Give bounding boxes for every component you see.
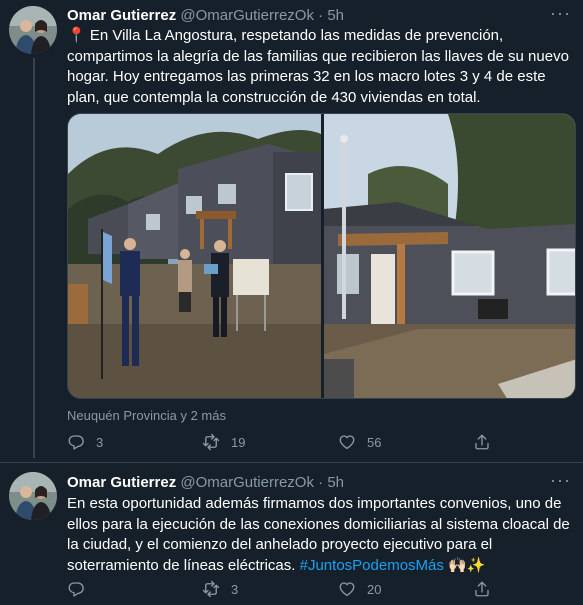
author-handle[interactable]: @OmarGutierrezOk [180, 7, 314, 24]
reply-button[interactable]: 3 [67, 433, 103, 451]
reply-count: 3 [96, 434, 104, 450]
retweet-button[interactable]: 19 [202, 433, 245, 451]
tweet-text: En esta oportunidad además firmamos dos … [67, 494, 577, 576]
reply-icon [68, 435, 84, 450]
like-icon [339, 435, 355, 450]
tweet-text: 📍 En Villa La Angostura, respetando las … [67, 27, 569, 106]
author-name[interactable]: Omar Gutierrez [67, 474, 176, 491]
reply-button[interactable] [67, 580, 96, 598]
author-name[interactable]: Omar Gutierrez [67, 7, 176, 24]
tweet-header: Omar Gutierrez @OmarGutierrezOk · 5h [67, 474, 344, 492]
retweet-count: 3 [231, 581, 239, 597]
share-icon [475, 434, 489, 450]
tweet-time[interactable]: 5h [327, 7, 344, 24]
avatar[interactable] [9, 472, 57, 520]
share-button[interactable] [473, 580, 491, 598]
hashtag-link[interactable]: #JuntosPodemosMás [300, 557, 444, 574]
retweet-button[interactable]: 3 [202, 580, 238, 598]
tweet-time[interactable]: 5h [327, 474, 344, 491]
tweet-media[interactable] [67, 113, 576, 399]
like-button[interactable]: 56 [338, 433, 381, 451]
like-icon [339, 582, 355, 597]
tweet-emoji: 🙌🏻✨ [443, 556, 486, 574]
avatar[interactable] [9, 6, 57, 54]
retweet-icon [202, 433, 220, 451]
tweet-actions: 3 19 56 [67, 433, 507, 453]
tweet-2[interactable]: Omar Gutierrez @OmarGutierrezOk · 5h ···… [0, 463, 583, 605]
tagged-location[interactable]: Neuquén Provincia y 2 más [67, 408, 226, 423]
photo-ceremony[interactable] [68, 114, 321, 399]
like-count: 56 [367, 434, 382, 450]
tweet-header: Omar Gutierrez @OmarGutierrezOk · 5h [67, 7, 344, 25]
reply-icon [68, 582, 84, 597]
photo-house[interactable] [324, 114, 576, 399]
retweet-icon [202, 580, 220, 598]
more-options-icon[interactable]: ··· [550, 4, 571, 22]
header-separator: · [318, 474, 324, 491]
author-handle[interactable]: @OmarGutierrezOk [180, 474, 314, 491]
tweet-1[interactable]: Omar Gutierrez @OmarGutierrezOk · 5h ···… [0, 0, 583, 462]
header-separator: · [318, 7, 324, 24]
share-button[interactable] [473, 433, 491, 451]
tweet-actions: 3 20 [67, 580, 507, 600]
more-options-icon[interactable]: ··· [550, 471, 571, 489]
retweet-count: 19 [231, 434, 246, 450]
like-button[interactable]: 20 [338, 580, 381, 598]
share-icon [475, 581, 489, 597]
like-count: 20 [367, 581, 382, 597]
